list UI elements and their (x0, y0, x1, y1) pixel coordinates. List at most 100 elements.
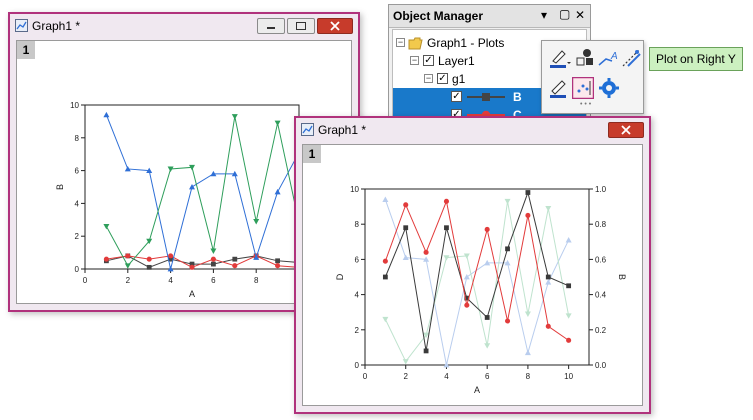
data-point-series-0 (566, 283, 572, 289)
x-tick-label: 8 (254, 276, 259, 285)
x-tick-label: 0 (363, 372, 368, 381)
data-point-series-1 (545, 323, 551, 329)
x-tick-label: 4 (444, 372, 449, 381)
window-title: Graph1 * (32, 19, 81, 33)
data-point-series-1 (382, 258, 388, 264)
y-tick-label: 8 (355, 220, 360, 229)
data-point-series-1 (103, 256, 109, 262)
y-tick-label: 0 (355, 361, 360, 370)
data-point-series-0 (382, 274, 388, 280)
tree-label: Graph1 - Plots (427, 36, 505, 50)
graph-canvas[interactable]: 1 0 2 4 6 8 10 0 2 4 6 8 10 0.0 0.2 0.4 0.6 0.8 1.0 A D B (302, 144, 643, 406)
x-tick-label: 4 (168, 276, 173, 285)
data-point-series-1 (232, 263, 238, 269)
restore-icon[interactable]: ▢ (559, 7, 570, 21)
minimize-button[interactable] (257, 18, 285, 34)
plot-frame (364, 188, 590, 366)
symbol-shape-icon[interactable] (573, 47, 597, 69)
y-tick-label: 4 (75, 199, 80, 208)
y2-tick-label: 0.8 (595, 220, 607, 229)
y-tick-label: 10 (70, 101, 79, 110)
data-point-series-2 (382, 196, 389, 202)
settings-gear-icon[interactable] (598, 77, 620, 99)
data-point-series-3 (253, 219, 260, 225)
chart-front: 0 2 4 6 8 10 0 2 4 6 8 10 0.0 0.2 0.4 0.6 0.8 1.0 A D B (335, 185, 627, 395)
data-point-series-3 (565, 313, 572, 319)
close-button[interactable] (317, 18, 353, 34)
data-point-series-2 (274, 188, 281, 195)
y-tick-label: 6 (75, 167, 80, 176)
close-button[interactable] (608, 122, 644, 138)
pin-dropdown-icon[interactable]: ▾ (541, 8, 547, 22)
folder-open-icon (408, 37, 423, 50)
window-titlebar[interactable]: Graph1 * (296, 118, 649, 144)
x-tick-label: 2 (404, 372, 409, 381)
y2-axis-label: B (617, 274, 627, 280)
data-point-series-0 (545, 274, 551, 280)
data-point-series-0 (403, 225, 409, 231)
y2-tick-label: 0.0 (595, 361, 607, 370)
collapse-icon[interactable]: − (424, 74, 433, 83)
svg-text:A: A (610, 51, 618, 62)
data-point-series-3 (231, 114, 238, 120)
tree-label: g1 (452, 72, 466, 86)
line-style-icon[interactable] (548, 77, 572, 99)
data-point-series-0 (525, 190, 531, 195)
data-point-series-2 (545, 279, 552, 285)
y-axis-label: D (335, 273, 345, 280)
window-title: Graph1 * (318, 123, 367, 137)
tree-label: Layer1 (438, 54, 475, 68)
data-point-series-0 (275, 258, 280, 264)
data-point-series-3 (103, 223, 110, 230)
plot-checkbox[interactable]: ✓ (451, 91, 462, 102)
graph-window-front[interactable]: Graph1 * 1 0 2 4 6 8 10 0 2 4 6 8 10 0.0 0.2 0.4 0.6 0.8… (294, 116, 651, 414)
layer-checkbox[interactable]: ✓ (423, 55, 434, 66)
data-point-series-1 (275, 263, 281, 269)
y2-tick-label: 1.0 (595, 185, 607, 194)
more-options-handle[interactable]: • • • (580, 101, 591, 108)
data-point-series-1 (484, 226, 490, 233)
data-point-series-3 (524, 311, 531, 317)
data-point-series-3 (382, 316, 389, 323)
data-point-series-2 (463, 274, 470, 280)
line-color-icon[interactable] (548, 47, 572, 69)
maximize-button[interactable] (287, 18, 315, 34)
x-axis-label: A (474, 385, 480, 395)
data-point-series-1 (464, 302, 470, 308)
data-point-series-1 (146, 256, 152, 262)
data-point-series-2 (565, 237, 572, 243)
object-manager-titlebar[interactable]: Object Manager ▾ ▢ ✕ (389, 5, 590, 28)
data-point-series-3 (545, 205, 552, 212)
mini-toolbar-popup[interactable]: A • • • (541, 40, 644, 114)
plot-type-icon[interactable]: A (597, 47, 621, 69)
y-tick-label: 8 (75, 134, 80, 143)
close-icon (330, 21, 340, 31)
plot-label: B (513, 90, 522, 104)
close-icon (621, 125, 631, 135)
series-line-3 (105, 116, 300, 267)
plot-color-icon[interactable] (620, 47, 644, 69)
group-checkbox[interactable]: ✓ (437, 73, 448, 84)
collapse-icon[interactable]: − (410, 56, 419, 65)
data-point-series-3 (124, 263, 131, 269)
x-tick-label: 2 (126, 276, 131, 285)
data-point-series-2 (189, 184, 195, 190)
data-point-series-3 (210, 248, 217, 254)
data-point-series-3 (484, 343, 491, 349)
tooltip: Plot on Right Y (649, 47, 743, 71)
y-tick-label: 2 (355, 326, 360, 335)
y-tick-label: 10 (350, 185, 359, 194)
data-point-series-1 (525, 212, 531, 218)
graph-window-icon (15, 19, 28, 32)
data-point-series-3 (274, 120, 281, 127)
data-point-series-0 (505, 246, 510, 252)
data-point-series-0 (444, 225, 449, 231)
window-titlebar[interactable]: Graph1 * (10, 14, 358, 40)
collapse-icon[interactable]: − (396, 38, 405, 47)
data-point-series-1 (443, 198, 450, 204)
x-axis-label: A (189, 289, 195, 299)
plot-on-right-y-icon[interactable] (572, 77, 594, 99)
plot-legend-icon (467, 93, 505, 101)
close-icon[interactable]: ✕ (575, 8, 585, 22)
y-tick-label: 2 (75, 232, 80, 241)
